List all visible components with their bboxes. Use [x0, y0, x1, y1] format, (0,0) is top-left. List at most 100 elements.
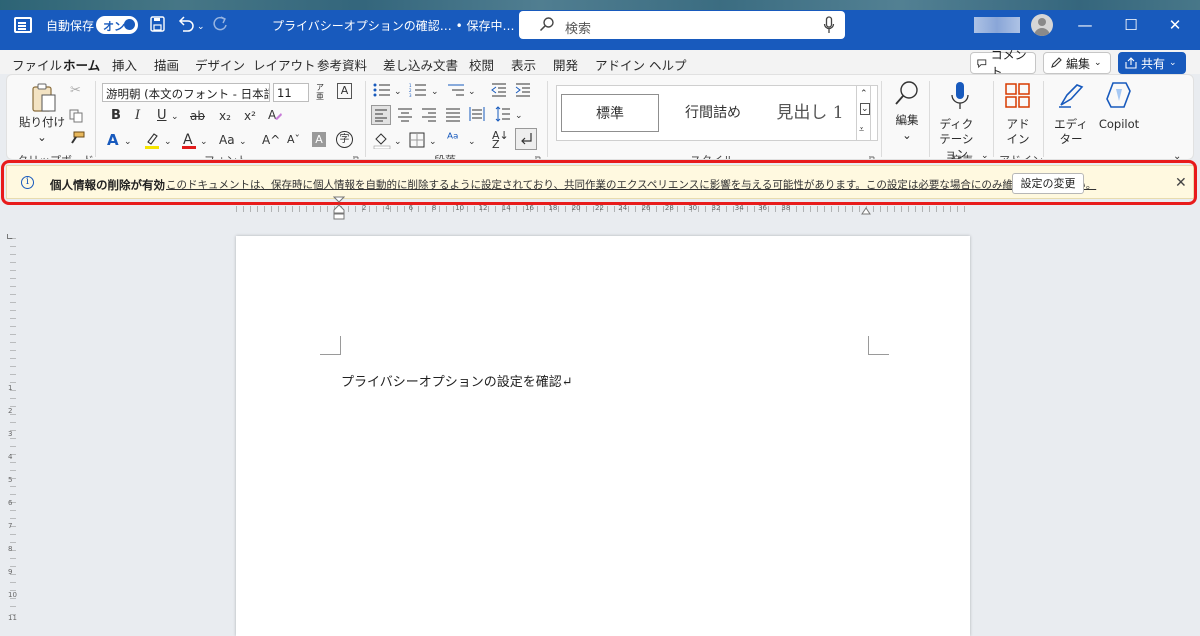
chevron-down-icon[interactable]: ⌄	[124, 134, 132, 150]
document-title[interactable]: プライバシーオプションの確認… • 保存中… ⌄	[272, 17, 528, 34]
highlight-icon[interactable]	[144, 132, 160, 150]
chevron-down-icon[interactable]: ⌄	[200, 134, 208, 150]
font-size-select[interactable]: 11	[273, 83, 309, 102]
vertical-ruler[interactable]: 1 2 3 4 5 6 7 8 9 10 11	[7, 238, 17, 622]
editor-icon[interactable]	[1057, 81, 1085, 109]
underline-button[interactable]: U	[157, 108, 167, 124]
bullets-icon[interactable]	[373, 83, 391, 97]
style-no-spacing[interactable]: 行間詰め	[667, 94, 759, 132]
undo-icon[interactable]	[177, 16, 195, 33]
paste-button[interactable]: 貼り付け ⌄	[17, 115, 67, 145]
multilevel-list-icon[interactable]	[447, 83, 465, 97]
strikethrough-button[interactable]: ab	[190, 108, 205, 124]
copilot-button[interactable]: Copilot	[1092, 117, 1146, 132]
sort-icon[interactable]: A↓ Z	[492, 130, 509, 150]
tab-review[interactable]: 校閲	[469, 55, 494, 74]
chevron-down-icon[interactable]: ⌄	[860, 103, 870, 115]
tab-home[interactable]: ホーム	[63, 55, 101, 79]
change-case-button[interactable]: Aa	[219, 132, 235, 148]
dialog-launcher-icon[interactable]: ⧉	[535, 151, 541, 159]
find-icon[interactable]	[894, 79, 920, 107]
horizontal-ruler[interactable]: 2 4 6 8 10 12 14 16 18 20 22 24 26 28 30 32 34 36 38	[236, 203, 970, 213]
align-left-icon[interactable]	[371, 105, 391, 125]
tab-design[interactable]: デザイン	[195, 55, 245, 74]
document-page[interactable]: プライバシーオプションの設定を確認↵	[236, 236, 970, 636]
search-box[interactable]: 検索	[519, 11, 845, 39]
line-spacing-icon[interactable]	[495, 106, 511, 122]
chevron-down-icon[interactable]: ⌄	[429, 134, 437, 150]
distributed-icon[interactable]	[469, 106, 485, 122]
change-settings-button[interactable]: 設定の変更	[1012, 173, 1084, 194]
cut-icon[interactable]: ✂	[70, 83, 81, 99]
borders-icon[interactable]	[409, 132, 425, 148]
text-effects-icon[interactable]: A	[107, 132, 119, 148]
tab-references[interactable]: 参考資料	[317, 55, 367, 74]
character-shading-icon[interactable]: A	[312, 132, 326, 147]
tab-addins[interactable]: アドイン	[595, 55, 645, 74]
font-name-select[interactable]: 游明朝 (本文のフォント - 日本語)	[102, 83, 270, 102]
chevron-down-icon[interactable]: ⌄	[468, 84, 476, 100]
italic-button[interactable]: I	[135, 108, 140, 124]
dictate-icon[interactable]	[950, 81, 970, 111]
tab-layout[interactable]: レイアウト	[253, 55, 316, 74]
comments-button[interactable]: コメント	[970, 48, 1036, 79]
paste-icon[interactable]	[31, 83, 57, 113]
dialog-launcher-icon[interactable]: ⧉	[353, 151, 359, 159]
copilot-icon[interactable]	[1104, 81, 1134, 109]
microphone-icon[interactable]	[823, 16, 835, 34]
tab-view[interactable]: 表示	[511, 55, 536, 74]
copy-icon[interactable]	[69, 109, 83, 123]
bold-button[interactable]: B	[111, 108, 121, 124]
tab-draw[interactable]: 描画	[154, 55, 179, 74]
chevron-down-icon[interactable]: ⌄	[164, 134, 172, 150]
tab-selector-icon[interactable]: ∟	[6, 233, 14, 243]
chevron-down-icon[interactable]: ⌄	[431, 84, 439, 100]
addins-button[interactable]: アドイン	[1003, 117, 1033, 147]
align-right-icon[interactable]	[421, 106, 437, 122]
chevron-down-icon[interactable]: ⌄	[515, 108, 523, 124]
tab-developer[interactable]: 開発	[553, 55, 578, 74]
tab-mailings[interactable]: 差し込み文書	[383, 55, 458, 74]
notification-message-link[interactable]: このドキュメントは、保存時に個人情報を自動的に削除するように設定されており、共同…	[166, 177, 1096, 192]
close-icon[interactable]: ✕	[1175, 175, 1187, 191]
align-center-icon[interactable]	[397, 106, 413, 122]
chevron-up-icon[interactable]: ⌃	[860, 86, 868, 102]
editing-button[interactable]: 編集 ⌄	[887, 113, 927, 143]
autosave-toggle[interactable]: オン	[96, 16, 138, 34]
addins-icon[interactable]	[1005, 83, 1031, 109]
justify-icon[interactable]	[445, 106, 461, 122]
tab-file[interactable]: ファイル	[12, 55, 62, 74]
format-painter-icon[interactable]	[69, 131, 85, 145]
minimize-button[interactable]: —	[1062, 0, 1108, 50]
superscript-button[interactable]: x²	[244, 108, 256, 124]
shrink-font-button[interactable]: Aˇ	[287, 132, 300, 148]
close-button[interactable]: ✕	[1152, 0, 1198, 50]
right-indent-marker-icon[interactable]	[861, 205, 871, 215]
account-name-blurred[interactable]	[974, 17, 1020, 33]
editor-button[interactable]: エディター	[1052, 117, 1090, 147]
show-formatting-marks-icon[interactable]	[515, 128, 537, 150]
font-color-icon[interactable]: A	[182, 131, 196, 150]
chevron-down-icon[interactable]: ⌄	[468, 134, 476, 150]
phonetic-guide-icon[interactable]: ア亜	[316, 83, 324, 101]
maximize-button[interactable]: ☐	[1108, 0, 1154, 50]
character-border-icon[interactable]: A	[337, 83, 352, 99]
chevron-down-icon[interactable]: ⌄	[394, 134, 402, 150]
asian-layout-icon[interactable]: ᴬᵃ	[447, 131, 459, 147]
editing-mode-button[interactable]: 編集 ⌄	[1043, 52, 1111, 74]
share-button[interactable]: 共有 ⌄	[1118, 52, 1186, 74]
numbering-icon[interactable]: 123	[409, 83, 427, 97]
decrease-indent-icon[interactable]	[491, 83, 507, 97]
dialog-launcher-icon[interactable]: ⧉	[869, 151, 875, 159]
style-heading-1[interactable]: 見出し 1	[763, 94, 857, 132]
chevron-down-icon[interactable]: ⌄	[171, 109, 179, 125]
chevron-down-icon[interactable]: ⌄	[239, 134, 247, 150]
document-body-text[interactable]: プライバシーオプションの設定を確認↵	[341, 371, 573, 390]
collapse-ribbon-icon[interactable]: ⌄	[1173, 149, 1181, 159]
save-icon[interactable]	[150, 16, 166, 33]
enclose-characters-icon[interactable]: 字	[336, 131, 353, 148]
grow-font-button[interactable]: A^	[262, 132, 280, 148]
tab-help[interactable]: ヘルプ	[649, 55, 687, 74]
more-styles-icon[interactable]: ⩡	[859, 122, 864, 138]
subscript-button[interactable]: x₂	[219, 108, 231, 124]
